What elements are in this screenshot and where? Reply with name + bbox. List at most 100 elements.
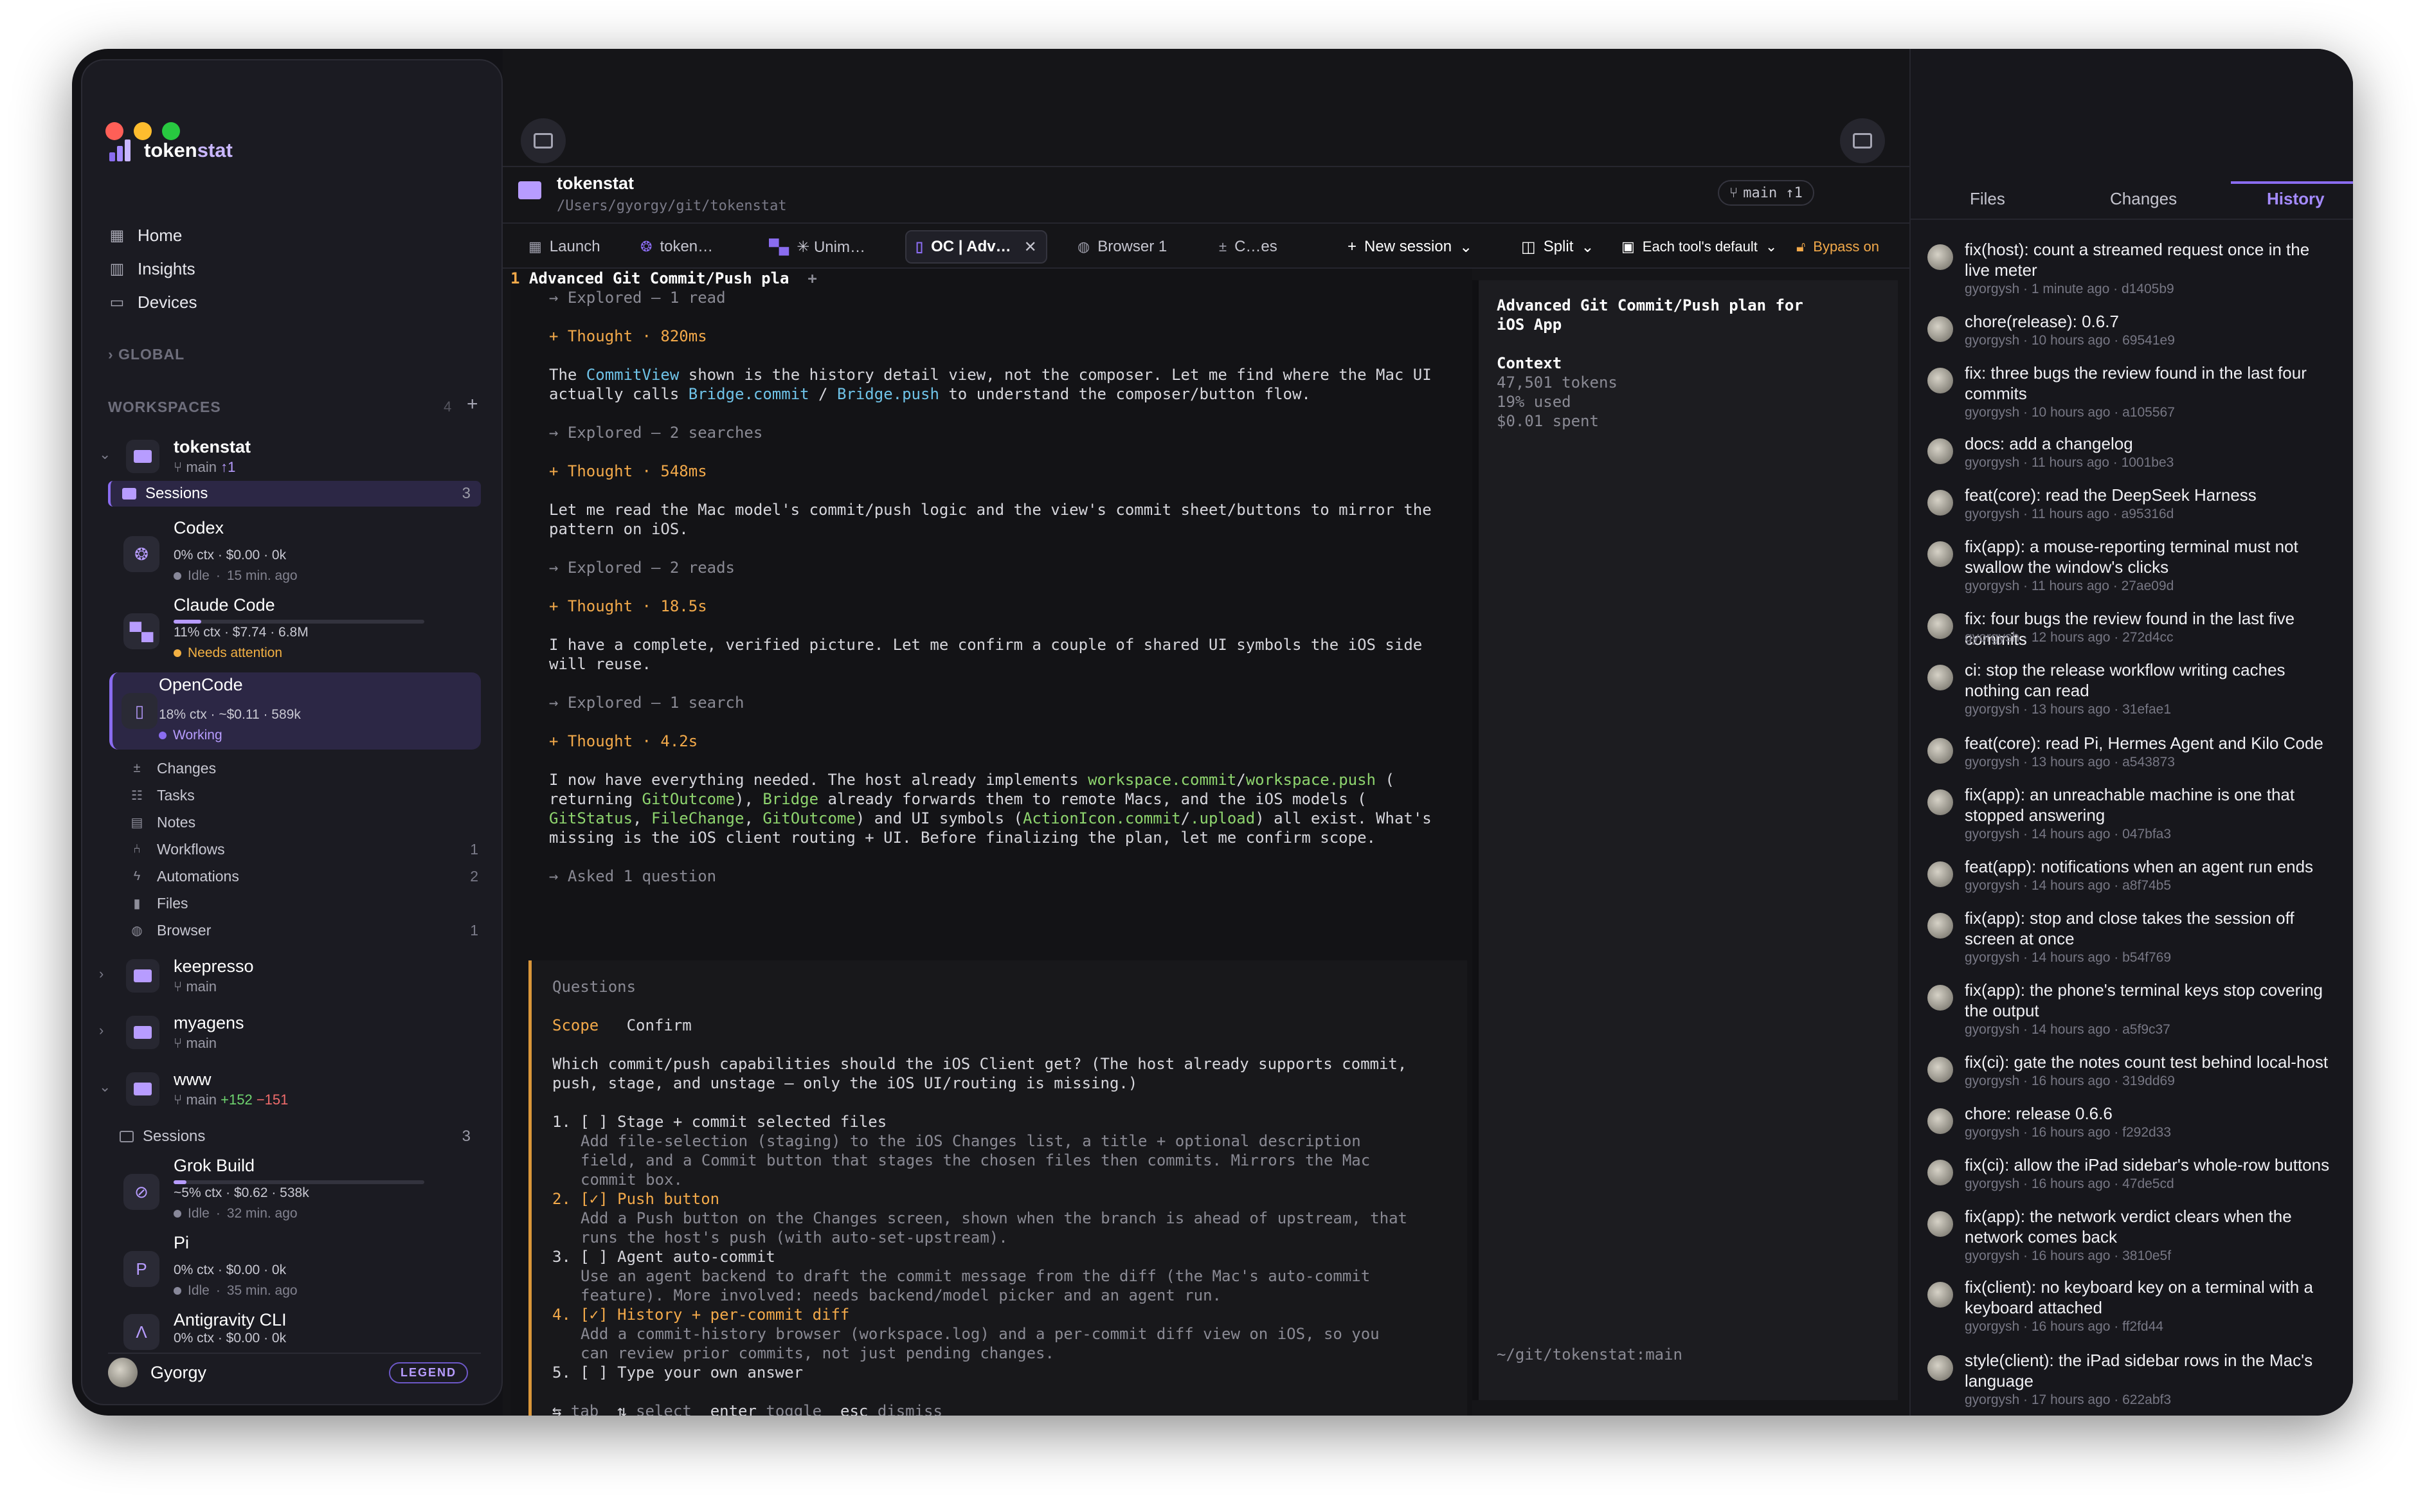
option-1[interactable]: 1. [ ] Stage + commit selected files	[552, 1112, 887, 1131]
option-4[interactable]: 4. [✓] History + per-commit diff	[552, 1305, 849, 1324]
terminal-line: + Thought · 548ms	[549, 462, 707, 480]
changes-icon: ±	[133, 760, 141, 775]
commit-meta: gyorgysh · 12 hours ago · 272d4cc	[1965, 630, 2174, 645]
context-spent: $0.01 spent	[1497, 412, 1599, 430]
sidebar-item-files[interactable]: ▮ Files	[130, 891, 490, 915]
nav-devices[interactable]: ▭ Devices	[108, 289, 197, 315]
session-name: Codex	[174, 518, 224, 537]
terminal[interactable]: 1 Advanced Git Commit/Push pla + → Explo…	[510, 269, 1472, 1416]
session-opencode[interactable]: ▯ OpenCode 18% ctx · ~$0.11 · 589k Worki…	[109, 672, 481, 750]
claude-icon: ▀▄	[769, 239, 789, 255]
bypass-toggle[interactable]: 🔓︎ Bypass on	[1787, 230, 1888, 264]
notes-icon: ▤	[131, 815, 143, 830]
question-prompt[interactable]: Questions Scope Confirm Which commit/pus…	[528, 960, 1467, 1416]
sidebar-left-icon	[534, 133, 553, 148]
session-status: Working	[159, 728, 222, 743]
commit-meta: gyorgysh · 16 hours ago · f292d33	[1965, 1125, 2172, 1140]
new-session-button[interactable]: + New session ⌄	[1339, 230, 1481, 264]
avatar	[1927, 985, 1953, 1011]
session-name: Grok Build	[174, 1156, 255, 1175]
commit-message: chore: release 0.6.6	[1965, 1104, 2113, 1123]
project-header: tokenstat /Users/gyorgy/git/tokenstat ⑂ m…	[503, 166, 1909, 224]
tab-opencode[interactable]: ▯ OC | Adv… ✕	[905, 230, 1047, 264]
codex-icon: ❂	[123, 536, 159, 572]
toggle-sidebar-button[interactable]	[521, 118, 566, 163]
context-bar	[174, 1180, 424, 1184]
tab-files[interactable]: Files	[1970, 189, 2005, 209]
file-icon: ▮	[133, 896, 141, 911]
ws4-sessions-header[interactable]: Sessions 3	[108, 1124, 481, 1149]
add-workspace-button[interactable]: +	[467, 393, 478, 415]
tool-default-button[interactable]: ▣ Each tool's default ⌄	[1612, 230, 1786, 264]
brand: tokenstat	[108, 132, 233, 168]
option-description: runs the host's push (with auto-set-upst…	[581, 1228, 1008, 1246]
branch-icon: ⑂	[174, 1035, 186, 1051]
sessions-icon	[120, 1131, 134, 1142]
sidebar-item-automations[interactable]: ϟ Automations 2	[130, 864, 490, 888]
main-area: tokenstat /Users/gyorgy/git/tokenstat ⑂ m…	[503, 49, 1909, 1416]
session-status: Idle · 32 min. ago	[174, 1206, 298, 1221]
tab-changes[interactable]: Changes	[2110, 189, 2177, 209]
session-claude-code[interactable]: ▀▄ Claude Code 11% ctx · $7.74 · 6.8M Ne…	[117, 593, 480, 670]
option-3[interactable]: 3. [ ] Agent auto-commit	[552, 1247, 775, 1266]
chevron-right-icon: ›	[99, 1022, 104, 1038]
workspace-tokenstat[interactable]: ⌄ tokenstat ⑂ main ↑1	[95, 435, 491, 483]
session-stats: 0% ctx · $0.00 · 0k	[174, 1331, 287, 1346]
option-2[interactable]: 2. [✓] Push button	[552, 1189, 719, 1209]
session-name: Claude Code	[174, 595, 275, 615]
workspace-name: tokenstat	[174, 437, 251, 456]
session-stats: 0% ctx · $0.00 · 0k	[174, 548, 287, 562]
session-grok-build[interactable]: ⊘ Grok Build ~5% ctx · $0.62 · 538k Idle…	[117, 1153, 480, 1230]
nav-home[interactable]: ▦ Home	[108, 222, 183, 248]
session-antigravity[interactable]: Λ Antigravity CLI 0% ctx · $0.00 · 0k	[117, 1308, 480, 1353]
sidebar-item-workflows[interactable]: ⑃ Workflows 1	[130, 837, 490, 861]
session-status: Needs attention	[174, 645, 282, 661]
workspace-www[interactable]: ⌄ www ⑂ main +152 −151	[95, 1067, 491, 1116]
folder-icon	[126, 1016, 159, 1049]
commit-message: feat(app): notifications when an agent r…	[1965, 857, 2314, 876]
workspace-keepresso[interactable]: › keepresso ⑂ main	[95, 954, 491, 1003]
user-profile[interactable]: Gyorgy LEGEND	[108, 1353, 481, 1391]
sessions-count: 3	[462, 1128, 471, 1145]
divider	[1472, 280, 1479, 1400]
tab-confirm[interactable]: Confirm	[627, 1016, 692, 1034]
session-pi[interactable]: P Pi 0% ctx · $0.00 · 0k Idle · 35 min. …	[117, 1230, 480, 1308]
tab-changes[interactable]: ± C…es	[1210, 230, 1286, 264]
commit-meta: gyorgysh · 10 hours ago · a105567	[1965, 405, 2175, 420]
tab-scope[interactable]: Scope	[552, 1016, 599, 1034]
tab-codex[interactable]: ❂ token…	[631, 230, 722, 264]
option-5[interactable]: 5. [ ] Type your own answer	[552, 1363, 803, 1382]
toggle-right-panel-button[interactable]	[1840, 118, 1885, 163]
split-button[interactable]: ◫ Split ⌄	[1512, 230, 1603, 264]
option-description: Add file-selection (staging) to the iOS …	[581, 1132, 1361, 1150]
pi-icon: P	[123, 1251, 159, 1287]
tab-launch[interactable]: ▦ Launch	[519, 230, 609, 264]
avatar	[1927, 490, 1953, 516]
sidebar-item-browser[interactable]: ◍ Browser 1	[130, 918, 490, 942]
sidebar-item-changes[interactable]: ± Changes	[130, 756, 490, 780]
tab-history[interactable]: History	[2267, 189, 2325, 209]
sidebar-item-tasks[interactable]: ☷ Tasks	[130, 783, 490, 807]
workspace-name: myagens	[174, 1013, 244, 1032]
context-tokens: 47,501 tokens	[1497, 374, 1618, 392]
sessions-header[interactable]: Sessions 3	[108, 481, 481, 507]
question-text: push, stage, and unstage — only the iOS …	[552, 1074, 1138, 1092]
changes-icon: ±	[1219, 239, 1227, 255]
close-tab-icon[interactable]: ✕	[1024, 238, 1037, 256]
commit-message: fix(app): a mouse-reporting terminal mus…	[1965, 537, 2298, 577]
folder-icon	[126, 440, 159, 473]
option-description: Use an agent backend to draft the commit…	[581, 1267, 1371, 1285]
tab-browser[interactable]: ◍ Browser 1	[1068, 230, 1176, 264]
workspace-myagens[interactable]: › myagens ⑂ main	[95, 1011, 491, 1059]
globe-icon: ◍	[131, 923, 143, 938]
nav-insights[interactable]: ▥ Insights	[108, 256, 195, 282]
terminal-line: Let me read the Mac model's commit/push …	[549, 501, 1432, 519]
sidebar-item-notes[interactable]: ▤ Notes	[130, 810, 490, 834]
global-section[interactable]: › GLOBAL	[108, 346, 185, 363]
branch-badge[interactable]: ⑂ main ↑1	[1718, 180, 1814, 206]
commit-message: fix(app): stop and close takes the sessi…	[1965, 908, 2294, 948]
session-codex[interactable]: ❂ Codex 0% ctx · $0.00 · 0k Idle · 15 mi…	[117, 516, 480, 593]
active-tab-indicator	[2231, 181, 2353, 184]
tab-claude[interactable]: ▀▄ ✳ Unim…	[760, 230, 874, 264]
avatar	[1927, 1355, 1953, 1381]
